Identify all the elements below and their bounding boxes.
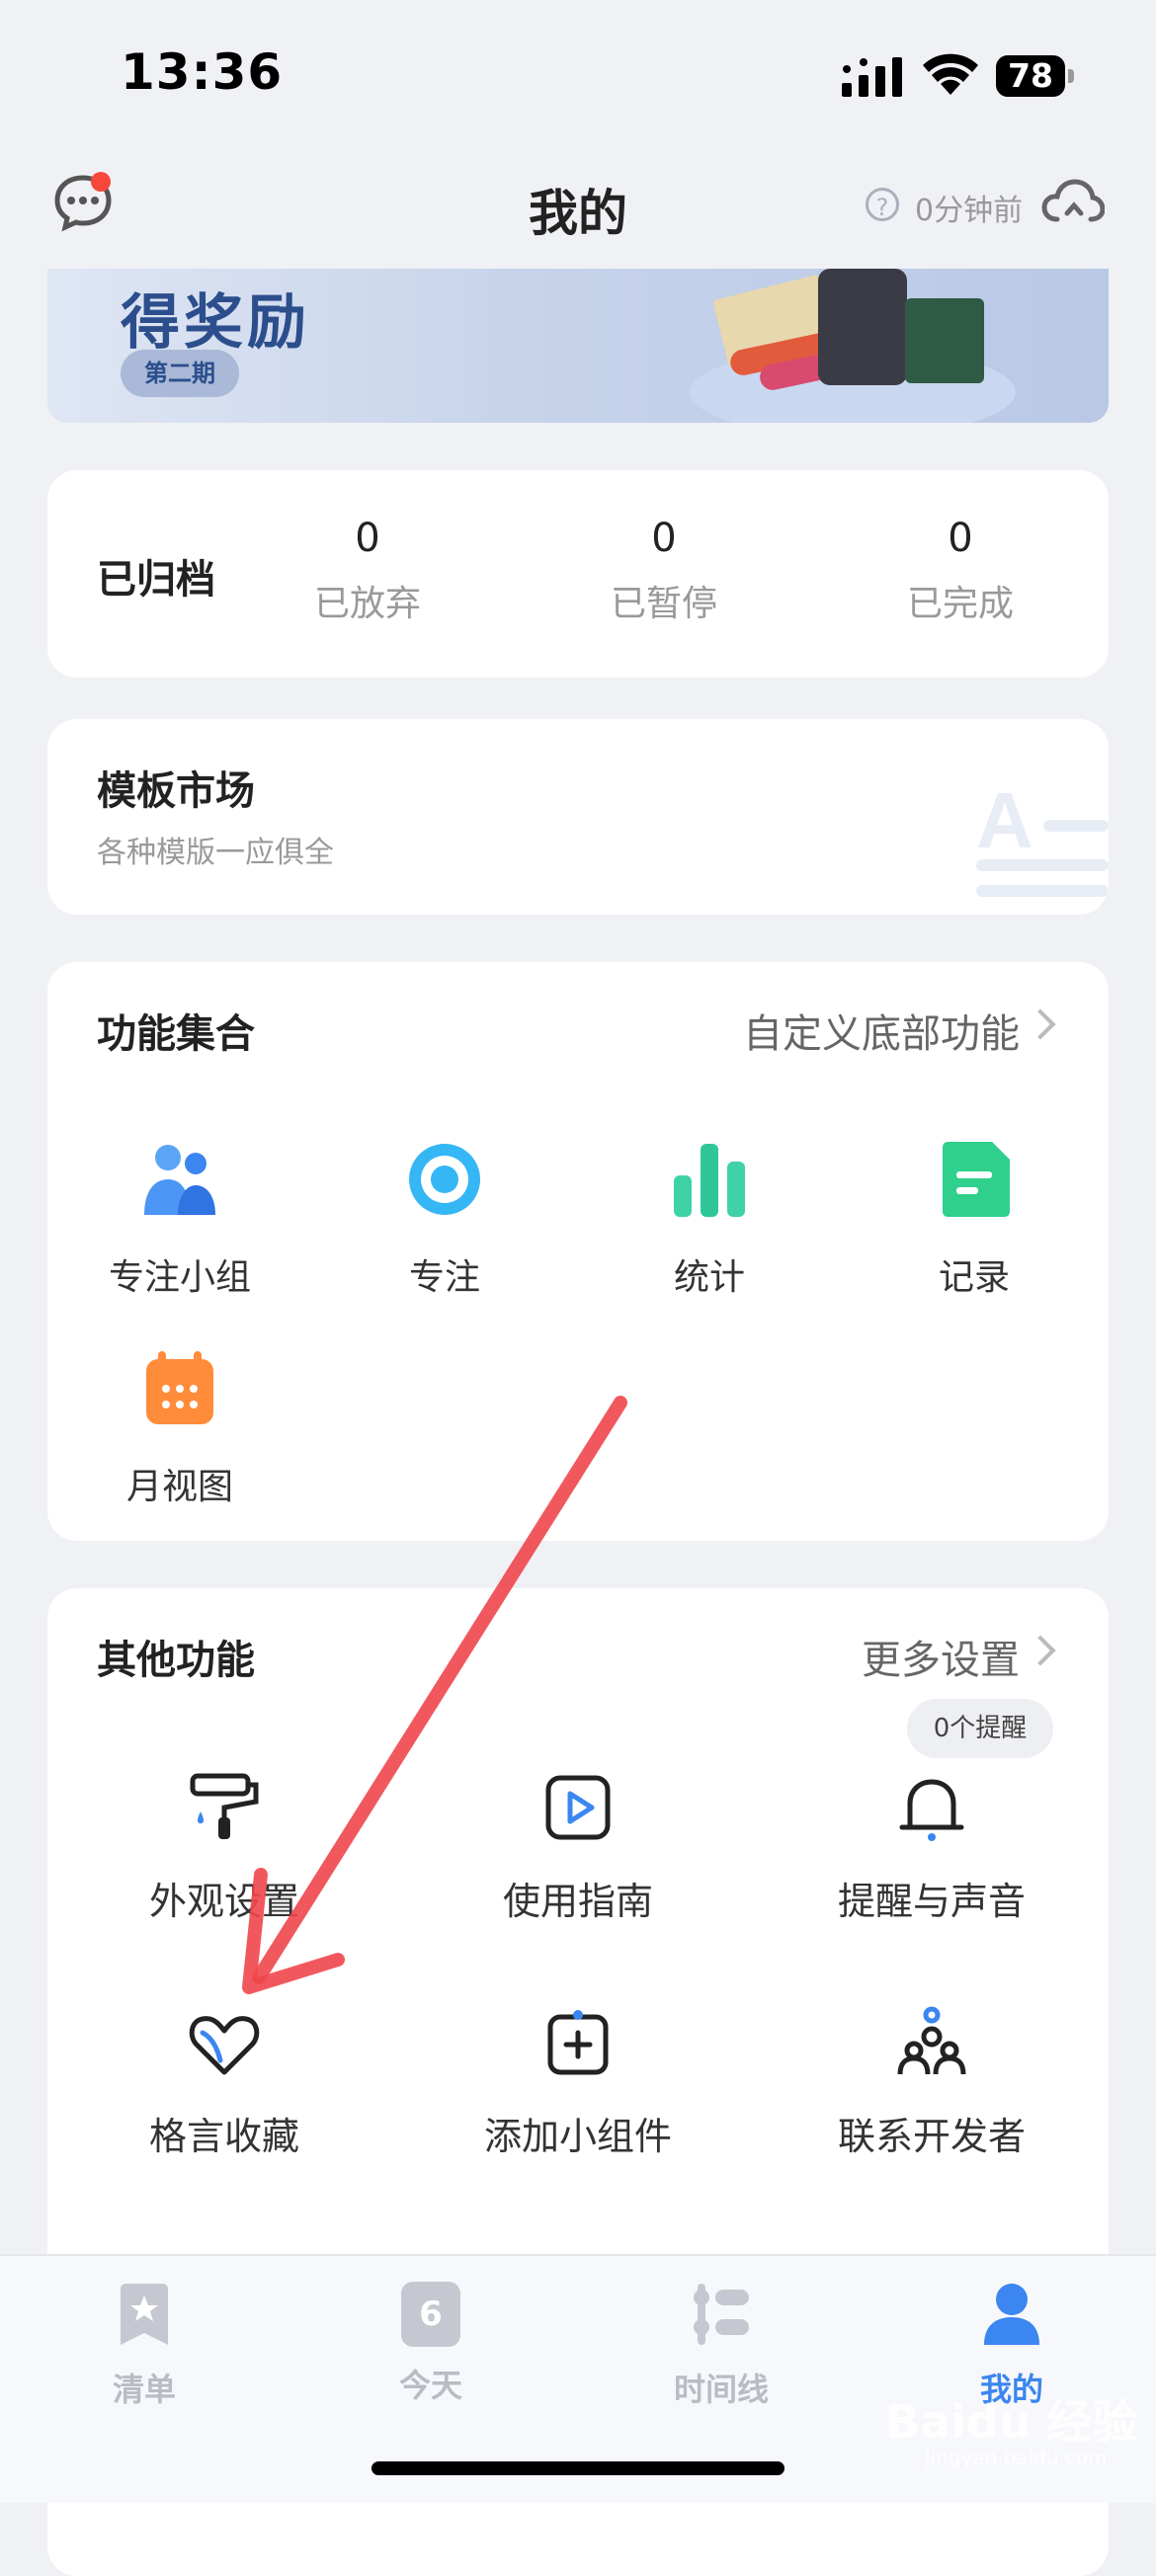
stat-label: 已暂停 [610, 584, 717, 624]
stat-value: 0 [651, 516, 677, 561]
customize-bottom-link[interactable]: 自定义底部功能 [743, 1002, 1020, 1059]
list-star-icon [121, 2284, 168, 2345]
feature-section-title: 功能集合 [97, 1011, 255, 1057]
banner-phone-image [818, 269, 907, 385]
more-settings-link[interactable]: 更多设置 [862, 1628, 1020, 1685]
watermark-logo: Baidu 经验 [885, 2395, 1138, 2449]
heart-icon [189, 2016, 260, 2075]
battery-tip [1068, 69, 1074, 83]
other-item-label: 使用指南 [502, 1880, 653, 1923]
template-market-card[interactable]: 模板市场 各种模版一应俱全 A [47, 719, 1109, 915]
paint-roller-icon [190, 1773, 259, 1839]
cellular-signal-icon [842, 57, 902, 97]
sync-time: 0分钟前 [915, 194, 1024, 228]
profile-icon [984, 2284, 1039, 2345]
bell-icon [899, 1779, 964, 1841]
template-deco-icon: A [976, 778, 1109, 897]
timeline-icon [694, 2284, 749, 2345]
promo-banner[interactable]: 得奖励 第二期 [47, 269, 1109, 423]
calendar-icon [146, 1351, 213, 1424]
archive-card[interactable]: 已归档 0 已放弃 0 已暂停 0 已完成 [47, 470, 1109, 678]
today-day-number: 6 [419, 2294, 443, 2334]
other-item-label: 联系开发者 [837, 2115, 1026, 2158]
archive-label: 已归档 [97, 557, 215, 603]
tab-timeline[interactable]: 时间线 [632, 2282, 810, 2410]
tab-today[interactable]: 6 今天 [342, 2282, 520, 2406]
other-item-appearance[interactable]: 外观设置 [47, 1768, 401, 1925]
stat-completed[interactable]: 0 已完成 [862, 516, 1059, 626]
contact-icon [897, 2006, 966, 2075]
banner-title: 得奖励 [121, 288, 310, 358]
banner-badge: 第二期 [121, 350, 239, 397]
add-widget-icon [547, 2010, 609, 2075]
tab-label: 时间线 [673, 2371, 769, 2408]
stat-abandoned[interactable]: 0 已放弃 [269, 516, 466, 626]
feature-item-label: 专注小组 [108, 1257, 251, 1298]
stat-label: 已放弃 [313, 584, 421, 624]
other-item-add-widget[interactable]: 添加小组件 [401, 2003, 755, 2160]
reminder-count-badge: 0个提醒 [907, 1699, 1053, 1758]
other-item-label: 提醒与声音 [837, 1880, 1026, 1923]
battery-icon: 78 [996, 55, 1075, 97]
feature-item-stats[interactable]: 统计 [577, 1138, 842, 1300]
banner-box-image [905, 298, 984, 383]
other-item-contact-developer[interactable]: 联系开发者 [755, 2003, 1109, 2160]
note-icon [943, 1142, 1010, 1217]
focus-target-icon [409, 1144, 480, 1215]
tab-label: 清单 [112, 2371, 176, 2408]
other-item-label: 添加小组件 [483, 2115, 672, 2158]
watermark-url: jingyan.baidu.com [925, 2446, 1108, 2469]
cloud-sync-icon[interactable] [1041, 176, 1105, 227]
tab-label: 今天 [398, 2367, 462, 2404]
status-time: 13:36 [121, 43, 284, 101]
feature-item-records[interactable]: 记录 [842, 1138, 1107, 1300]
feature-item-focus[interactable]: 专注 [312, 1138, 577, 1300]
other-item-label: 格言收藏 [148, 2115, 299, 2158]
bar-chart-icon [674, 1144, 745, 1217]
chevron-right-icon[interactable] [1025, 1008, 1056, 1040]
other-item-quotes[interactable]: 格言收藏 [47, 2003, 401, 2160]
svg-text:A: A [976, 778, 1033, 864]
stat-value: 0 [948, 516, 973, 561]
play-guide-icon [545, 1775, 611, 1840]
group-icon [144, 1145, 215, 1215]
feature-item-label: 月视图 [125, 1467, 233, 1507]
home-indicator [372, 2461, 784, 2475]
feature-item-focus-group[interactable]: 专注小组 [47, 1138, 312, 1300]
wifi-icon [923, 53, 978, 95]
stat-paused[interactable]: 0 已暂停 [565, 516, 763, 626]
template-market-title: 模板市场 [97, 768, 255, 814]
feature-collection-card: 功能集合 自定义底部功能 专注小组 专注 统计 记录 月视图 [47, 962, 1109, 1541]
feature-item-label: 统计 [673, 1257, 745, 1298]
chevron-right-icon[interactable] [1025, 1635, 1056, 1666]
feature-item-label: 记录 [938, 1257, 1010, 1298]
other-item-guide[interactable]: 使用指南 [401, 1768, 755, 1925]
other-item-label: 外观设置 [148, 1880, 299, 1923]
stat-label: 已完成 [906, 584, 1014, 624]
feature-item-month-view[interactable]: 月视图 [47, 1347, 312, 1509]
other-item-reminders[interactable]: 提醒与声音 [755, 1768, 1109, 1925]
today-icon: 6 [401, 2282, 460, 2347]
battery-level: 78 [996, 55, 1065, 97]
feature-item-label: 专注 [408, 1257, 480, 1298]
template-market-subtitle: 各种模版一应俱全 [97, 836, 334, 870]
tab-list[interactable]: 清单 [55, 2282, 233, 2410]
other-section-title: 其他功能 [97, 1638, 255, 1683]
help-icon[interactable]: ? [866, 188, 899, 221]
stat-value: 0 [355, 516, 380, 561]
